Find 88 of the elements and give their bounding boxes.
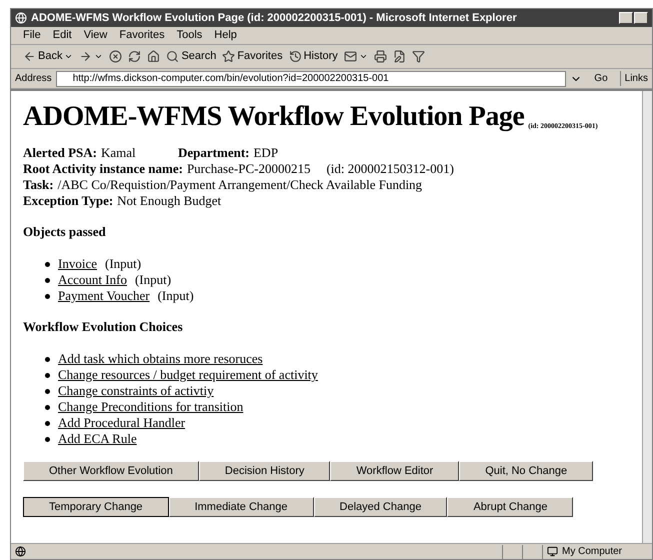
field-value: Not Enough Budget xyxy=(117,193,222,209)
field-value: EDP xyxy=(253,145,278,161)
toolbar-button[interactable] xyxy=(147,50,160,63)
bullet-icon xyxy=(45,294,50,298)
bullet-icon xyxy=(45,436,50,442)
field-label: Department: xyxy=(178,145,250,161)
page-heading: ADOME-WFMS Workflow Evolution Page xyxy=(23,103,524,131)
link[interactable]: Account Info xyxy=(58,272,127,288)
link[interactable]: Change constraints of activtiy xyxy=(58,383,214,399)
field-label: Exception Type: xyxy=(23,193,114,209)
toolbar-button[interactable]: History xyxy=(288,48,338,65)
toolbar-button[interactable] xyxy=(412,50,425,63)
refresh-icon xyxy=(128,50,142,63)
link-note: (Input) xyxy=(158,288,194,304)
forward-arrow-icon xyxy=(79,50,92,63)
menu-item[interactable]: Edit xyxy=(52,27,72,44)
toolbar-button[interactable] xyxy=(344,50,357,63)
address-label: Address xyxy=(15,72,52,86)
edit-page-icon xyxy=(392,50,406,63)
link-note: (Input) xyxy=(104,256,142,272)
toolbar-button[interactable]: Back xyxy=(23,48,62,65)
form-button[interactable]: Decision History xyxy=(198,461,330,481)
bullet-icon xyxy=(45,278,50,282)
bullet-icon xyxy=(45,372,50,378)
form-button[interactable]: Immediate Change xyxy=(168,497,314,517)
go-button[interactable]: Go xyxy=(586,71,616,86)
bullet-icon xyxy=(45,262,50,266)
back-arrow-icon xyxy=(23,50,36,63)
toolbar-button[interactable] xyxy=(79,50,92,63)
link[interactable]: Add task which obtains more resoruces xyxy=(58,351,263,367)
form-button[interactable]: Quit, No Change xyxy=(459,461,594,481)
link[interactable]: Change Preconditions for transition xyxy=(58,399,244,415)
menu-item[interactable]: Favorites xyxy=(119,27,165,44)
form-button[interactable]: Temporary Change xyxy=(23,497,169,517)
star-icon xyxy=(222,50,236,63)
toolbar-button[interactable] xyxy=(109,50,122,63)
field-label: Task: xyxy=(23,177,54,193)
field-value: Kamal xyxy=(101,145,136,161)
zone-label: My Computer xyxy=(562,545,622,559)
funnel-icon xyxy=(412,50,425,63)
vertical-scrollbar[interactable] xyxy=(642,91,652,543)
link-note: (Input) xyxy=(134,272,172,288)
form-button[interactable]: Workflow Editor xyxy=(330,461,460,481)
links-button[interactable]: Links xyxy=(620,71,648,86)
form-button[interactable]: Abrupt Change xyxy=(447,497,574,517)
link[interactable]: Invoice xyxy=(58,256,97,272)
field-note: (id: 200002150312-001) xyxy=(326,161,454,177)
bullet-icon xyxy=(45,356,50,362)
page-icon xyxy=(15,546,26,557)
computer-icon xyxy=(547,546,558,557)
toolbar-button[interactable] xyxy=(374,50,387,63)
form-button[interactable]: Other Workflow Evolution xyxy=(23,461,199,481)
browser-icon xyxy=(15,12,27,24)
field-value: /ABC Co/Requistion/Payment Arrangement/Check Available Funding xyxy=(58,177,422,193)
link[interactable]: Add Procedural Handler xyxy=(58,415,186,431)
toolbar-button[interactable]: Search xyxy=(166,48,216,65)
bullet-icon xyxy=(45,404,50,410)
field-label: Root Activity instance name: xyxy=(23,161,183,177)
stop-icon xyxy=(109,50,122,63)
minimize-button[interactable] xyxy=(619,12,633,24)
search-icon xyxy=(166,50,180,63)
menu-item[interactable]: File xyxy=(23,27,41,44)
section-heading: Workflow Evolution Choices xyxy=(23,319,184,335)
menu-item[interactable]: Tools xyxy=(176,27,202,44)
printer-icon xyxy=(374,50,387,63)
menu-item[interactable]: View xyxy=(84,27,108,44)
dropdown-caret-icon[interactable] xyxy=(358,52,368,61)
toolbar-button[interactable] xyxy=(128,50,142,63)
menu-item[interactable]: Help xyxy=(214,27,237,44)
field-label: Alerted PSA: xyxy=(23,145,98,161)
link[interactable]: Add ECA Rule xyxy=(58,431,137,447)
bullet-icon xyxy=(45,420,50,426)
link[interactable]: Payment Voucher xyxy=(58,288,150,304)
form-button[interactable]: Delayed Change xyxy=(314,497,448,517)
bullet-icon xyxy=(45,388,50,394)
mail-icon xyxy=(344,50,357,63)
toolbar-button[interactable]: Favorites xyxy=(222,48,283,65)
field-value: Purchase-PC-20000215 xyxy=(186,161,310,177)
section-heading: Objects passed xyxy=(23,224,107,240)
dropdown-caret-icon[interactable] xyxy=(64,52,74,61)
history-icon xyxy=(288,50,302,63)
link[interactable]: Change resources / budget requirement of activity xyxy=(58,367,318,383)
address-field[interactable]: http://wfms.dickson-computer.com/bin/evolution?id=200002200315-001 xyxy=(56,70,566,86)
home-icon xyxy=(147,50,160,63)
window-title: ADOME-WFMS Workflow Evolution Page (id: 200002200315-001) - Microsoft Internet Explorer xyxy=(31,10,518,26)
toolbar-button[interactable] xyxy=(392,50,406,63)
dropdown-caret-icon[interactable] xyxy=(94,52,104,61)
maximize-button[interactable] xyxy=(634,12,648,24)
